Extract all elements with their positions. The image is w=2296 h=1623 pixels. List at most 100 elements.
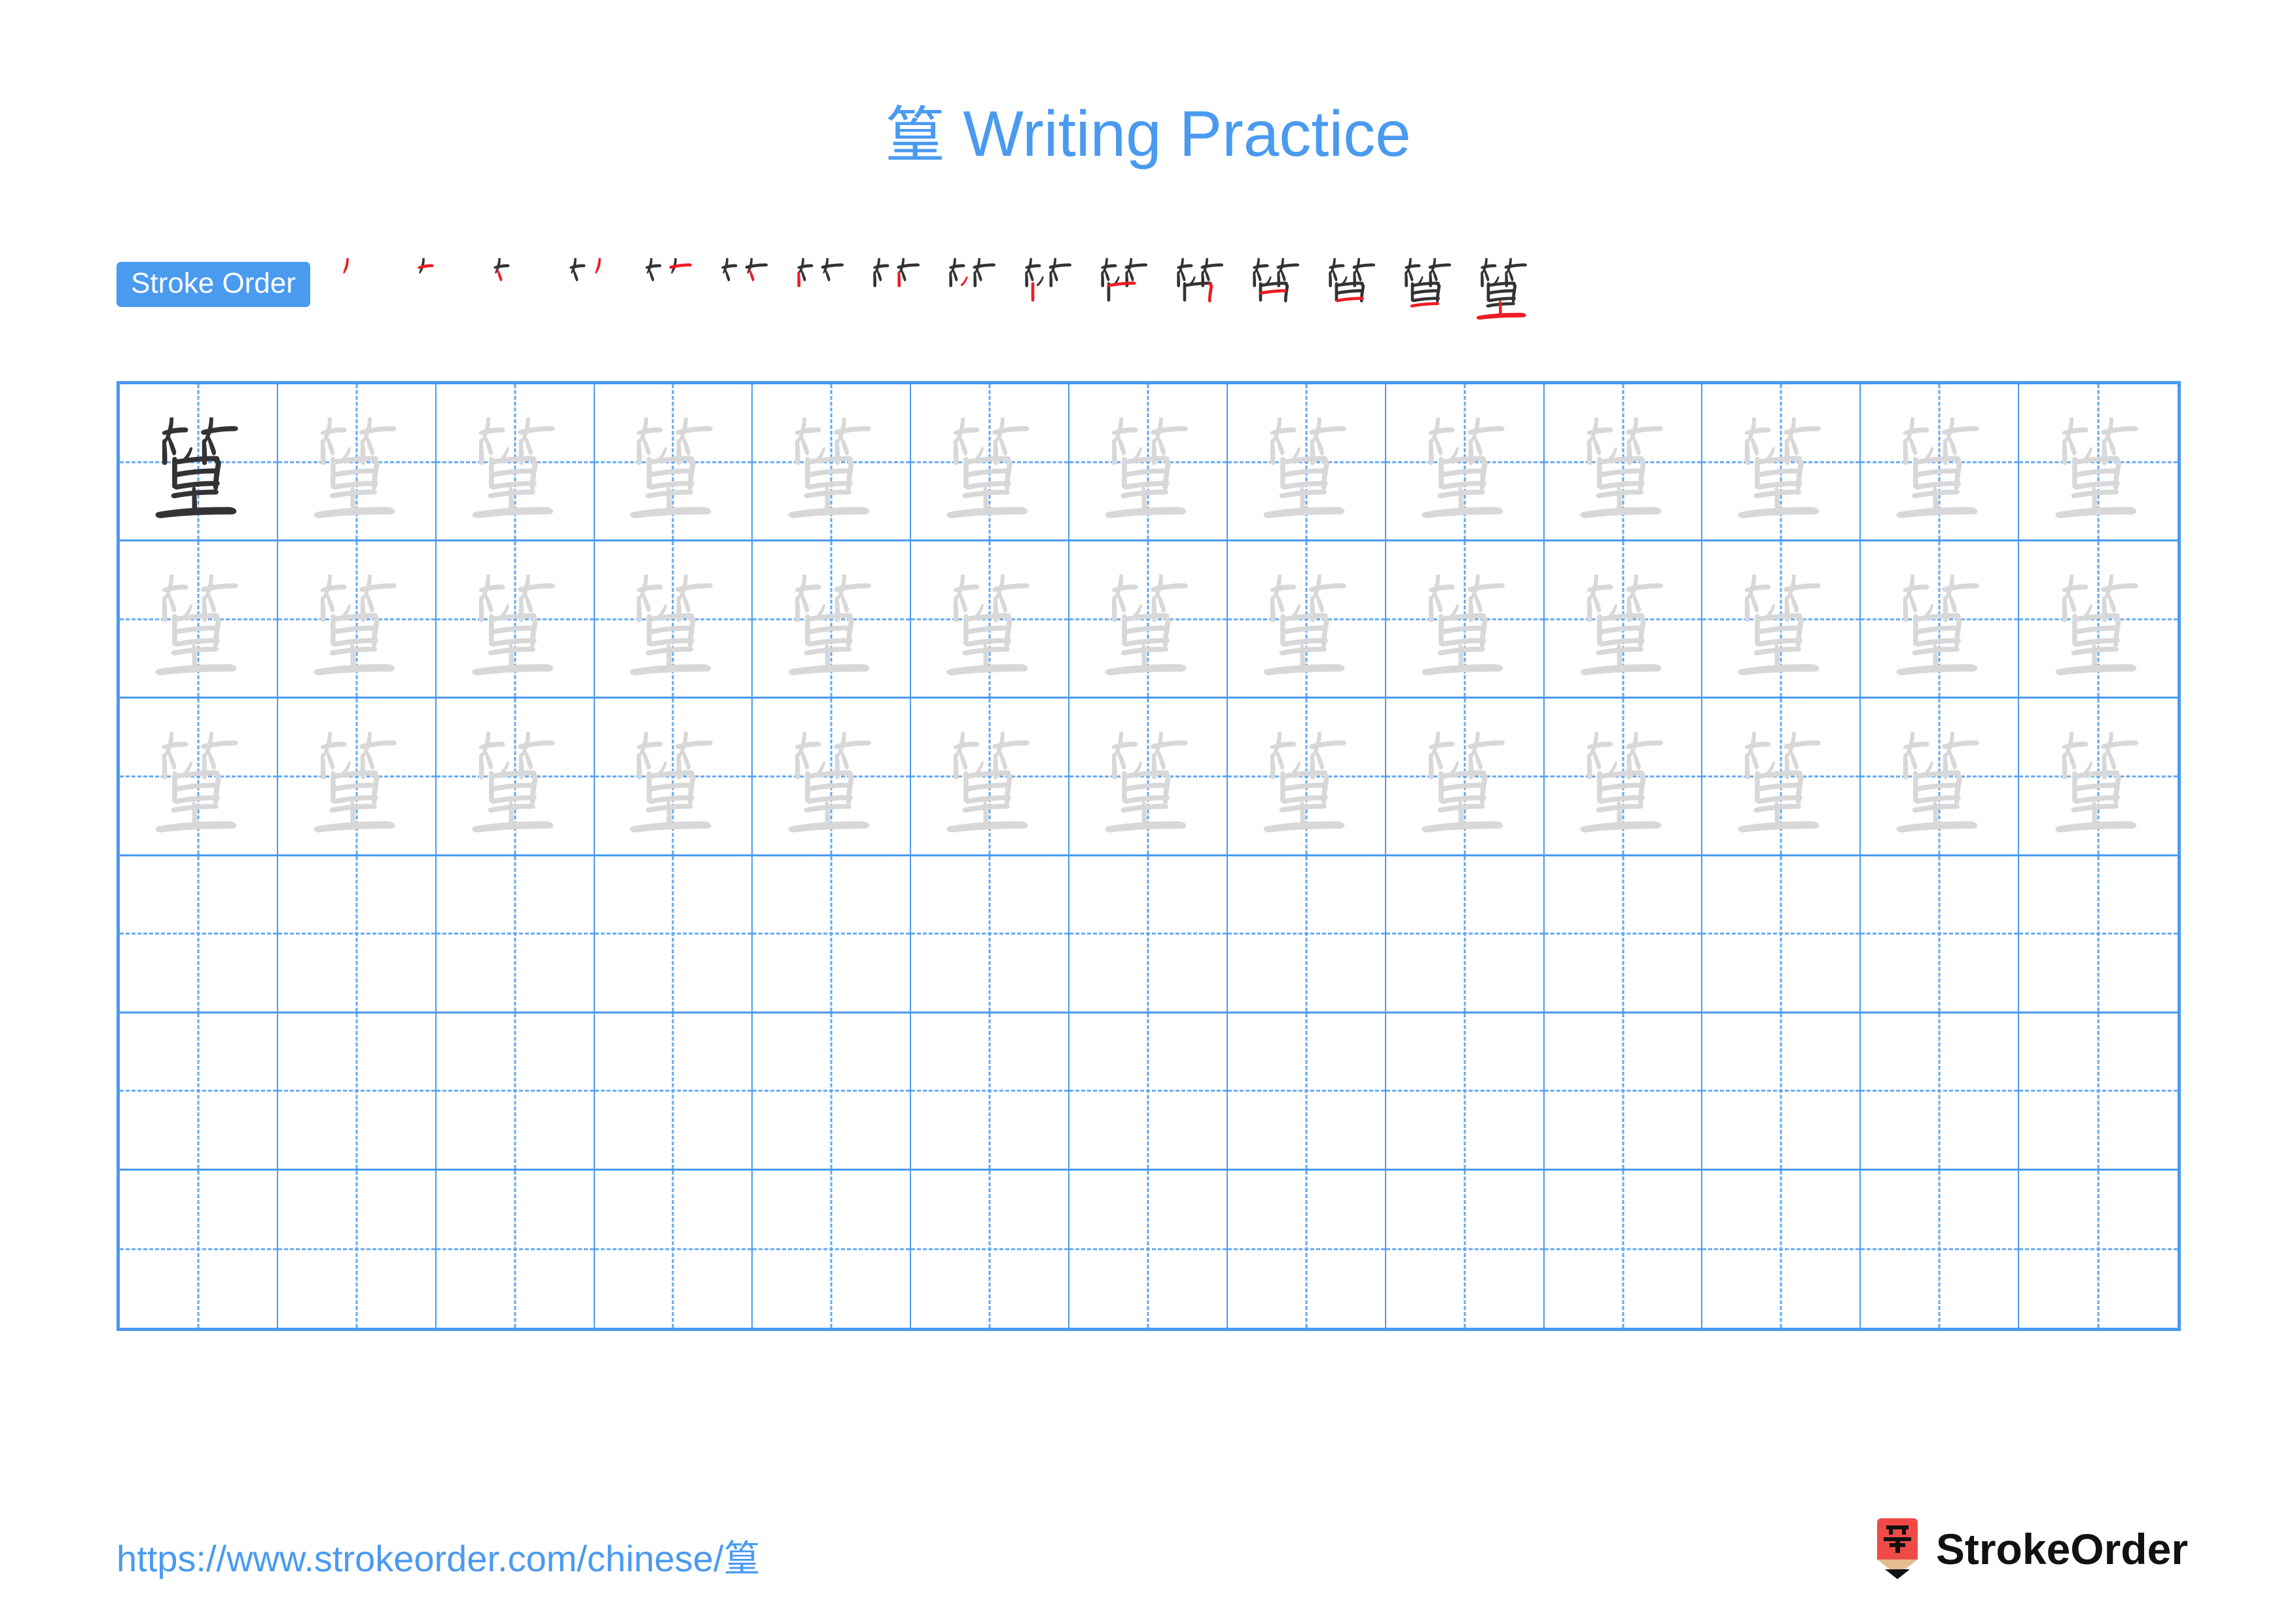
practice-cell-r5-c7[interactable] (1069, 1013, 1228, 1171)
practice-cell-r4-c10[interactable] (1544, 856, 1703, 1013)
practice-cell-r3-c5[interactable] (753, 699, 912, 856)
practice-cell-r4-c5[interactable] (753, 856, 912, 1013)
practice-cell-r6-c1[interactable] (120, 1170, 278, 1328)
practice-cell-r5-c5[interactable] (753, 1013, 912, 1171)
practice-cell-r2-c5[interactable] (753, 541, 912, 699)
practice-cell-r3-c8[interactable] (1227, 699, 1386, 856)
practice-cell-r3-c3[interactable] (436, 699, 595, 856)
practice-cell-r5-c10[interactable] (1544, 1013, 1703, 1171)
practice-cell-r6-c8[interactable] (1228, 1170, 1386, 1328)
brand-name: StrokeOrder (1935, 1525, 2188, 1573)
trace-character (1545, 541, 1702, 697)
practice-cell-r5-c12[interactable] (1861, 1013, 2020, 1171)
practice-cell-r1-c4[interactable] (594, 384, 753, 542)
practice-cell-r5-c1[interactable] (120, 1013, 278, 1171)
practice-cell-r5-c13[interactable] (2019, 1013, 2178, 1171)
practice-cell-r1-c8[interactable] (1227, 384, 1386, 542)
practice-cell-r2-c6[interactable] (911, 541, 1070, 699)
practice-cell-r3-c1[interactable] (120, 699, 278, 856)
stroke-order-step-8 (857, 247, 933, 323)
practice-cell-r2-c10[interactable] (1544, 541, 1703, 699)
practice-cell-r4-c9[interactable] (1386, 856, 1545, 1013)
practice-cell-r6-c6[interactable] (911, 1170, 1070, 1328)
practice-cell-r6-c3[interactable] (437, 1170, 595, 1328)
practice-cell-r3-c12[interactable] (1861, 699, 2020, 856)
practice-cell-r2-c9[interactable] (1386, 541, 1545, 699)
practice-cell-r3-c9[interactable] (1386, 699, 1545, 856)
trace-character (1069, 541, 1227, 697)
trace-character (595, 384, 752, 539)
practice-cell-r1-c11[interactable] (1702, 384, 1861, 542)
practice-cell-r2-c1[interactable] (120, 541, 278, 699)
pencil-logo-icon (1873, 1518, 1922, 1580)
practice-cell-r2-c4[interactable] (594, 541, 753, 699)
practice-cell-r4-c1[interactable] (120, 856, 278, 1013)
practice-cell-r1-c13[interactable] (2019, 384, 2178, 542)
practice-cell-r2-c13[interactable] (2019, 541, 2178, 699)
practice-cell-r2-c11[interactable] (1702, 541, 1861, 699)
practice-cell-r5-c3[interactable] (436, 1013, 595, 1171)
trace-character (2019, 541, 2178, 697)
trace-character (1545, 384, 1702, 539)
practice-cell-r6-c2[interactable] (278, 1170, 437, 1328)
practice-cell-r6-c12[interactable] (1861, 1170, 2020, 1328)
practice-cell-r6-c9[interactable] (1386, 1170, 1545, 1328)
practice-cell-r3-c13[interactable] (2019, 699, 2178, 856)
practice-cell-r5-c2[interactable] (278, 1013, 437, 1171)
trace-character (1861, 384, 2018, 539)
practice-cell-r6-c13[interactable] (2019, 1171, 2178, 1328)
practice-cell-r4-c2[interactable] (278, 856, 437, 1013)
practice-cell-r5-c8[interactable] (1227, 1013, 1386, 1171)
practice-cell-r2-c7[interactable] (1069, 541, 1228, 699)
trace-character (753, 541, 910, 697)
practice-cell-r3-c4[interactable] (594, 699, 753, 856)
practice-cell-r2-c8[interactable] (1227, 541, 1386, 699)
practice-cell-r3-c10[interactable] (1544, 699, 1703, 856)
practice-cell-r1-c9[interactable] (1386, 384, 1545, 542)
trace-character (1861, 541, 2018, 697)
practice-cell-r1-c2[interactable] (278, 384, 437, 542)
practice-cell-r6-c4[interactable] (595, 1170, 753, 1328)
practice-cell-r4-c3[interactable] (436, 856, 595, 1013)
trace-character (437, 541, 594, 697)
stroke-order-step-10 (1009, 247, 1085, 323)
practice-cell-r4-c7[interactable] (1069, 856, 1228, 1013)
practice-cell-r4-c12[interactable] (1861, 856, 2020, 1013)
trace-character (1861, 699, 2018, 854)
practice-cell-r5-c6[interactable] (911, 1013, 1070, 1171)
practice-cell-r5-c9[interactable] (1386, 1013, 1545, 1171)
practice-cell-r6-c11[interactable] (1702, 1170, 1861, 1328)
practice-cell-r4-c8[interactable] (1227, 856, 1386, 1013)
practice-cell-r4-c11[interactable] (1702, 856, 1861, 1013)
practice-cell-r2-c12[interactable] (1861, 541, 2020, 699)
practice-cell-r6-c10[interactable] (1545, 1170, 1703, 1328)
practice-cell-r1-c6[interactable] (911, 384, 1070, 542)
practice-cell-r2-c2[interactable] (278, 541, 437, 699)
model-character (120, 384, 277, 539)
footer-url[interactable]: https://www.strokeorder.com/chinese/篁 (117, 1529, 761, 1582)
practice-cell-r2-c3[interactable] (436, 541, 595, 699)
trace-character (911, 541, 1068, 697)
practice-cell-r1-c3[interactable] (436, 384, 595, 542)
practice-cell-r1-c5[interactable] (753, 384, 912, 542)
practice-cell-r4-c6[interactable] (911, 856, 1070, 1013)
practice-cell-r6-c7[interactable] (1069, 1170, 1228, 1328)
brand-logo[interactable]: StrokeOrder (1873, 1518, 2188, 1580)
trace-character (595, 699, 752, 854)
practice-cell-r6-c5[interactable] (753, 1170, 912, 1328)
stroke-order-step-2 (402, 247, 478, 323)
practice-cell-r3-c6[interactable] (911, 699, 1070, 856)
practice-cell-r5-c4[interactable] (594, 1013, 753, 1171)
practice-cell-r3-c2[interactable] (278, 699, 437, 856)
practice-cell-r3-c7[interactable] (1069, 699, 1228, 856)
practice-cell-r4-c13[interactable] (2019, 856, 2178, 1013)
practice-cell-r4-c4[interactable] (594, 856, 753, 1013)
stroke-order-steps (326, 247, 2185, 323)
stroke-order-step-14 (1313, 247, 1389, 323)
practice-cell-r1-c7[interactable] (1069, 384, 1228, 542)
practice-cell-r1-c12[interactable] (1861, 384, 2020, 542)
practice-cell-r5-c11[interactable] (1702, 1013, 1861, 1171)
practice-cell-r3-c11[interactable] (1702, 699, 1861, 856)
practice-cell-r1-c10[interactable] (1544, 384, 1703, 542)
practice-cell-r1-c1[interactable] (120, 384, 278, 542)
